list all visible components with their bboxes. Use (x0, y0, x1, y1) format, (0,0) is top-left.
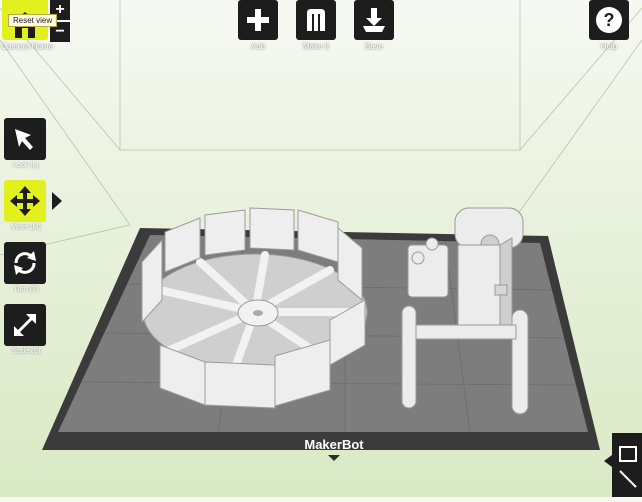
cursor-arrow-icon (15, 129, 33, 150)
plus-icon (247, 9, 269, 31)
scale-diagonal-icon (14, 314, 36, 336)
move-tool-label: Move (M) (11, 224, 41, 231)
help-button[interactable]: ? (589, 0, 629, 40)
svg-text:MakerBot: MakerBot (304, 437, 364, 452)
turn-tool-button[interactable] (4, 242, 46, 284)
svg-text:?: ? (604, 10, 615, 30)
object-panel-collapsed[interactable] (612, 433, 642, 497)
reset-view-tooltip: Reset view (8, 14, 58, 27)
panel-collapse-icon (619, 446, 637, 488)
look-tool-label: Look (L) (13, 162, 39, 169)
add-button[interactable] (238, 0, 278, 40)
panel-expand-arrow[interactable] (604, 455, 612, 467)
scale-tool-button[interactable] (4, 304, 46, 346)
make-it-button[interactable] (296, 0, 336, 40)
add-label: Add (250, 42, 266, 51)
expand-panel-arrow[interactable] (52, 192, 62, 210)
makerbot-m-icon (307, 9, 325, 31)
scale-tool-label: Scale (S) (11, 348, 41, 355)
rotate-arrows-icon (14, 251, 36, 275)
move-tool-button[interactable] (4, 180, 46, 222)
look-tool-button[interactable] (4, 118, 46, 160)
platform-brand: MakerBot (304, 437, 364, 461)
help-label: Help (600, 42, 618, 51)
save-label: Save (364, 42, 384, 51)
make-it-label: Make It (302, 42, 330, 51)
viewport-scene[interactable]: MakerBot (0, 0, 642, 497)
camera-home-label: Camera Home (0, 42, 53, 51)
move-arrows-icon (10, 186, 40, 216)
question-icon: ? (596, 7, 622, 33)
save-tray-icon (363, 8, 385, 32)
save-button[interactable] (354, 0, 394, 40)
turn-tool-label: Turn (T) (13, 286, 39, 293)
